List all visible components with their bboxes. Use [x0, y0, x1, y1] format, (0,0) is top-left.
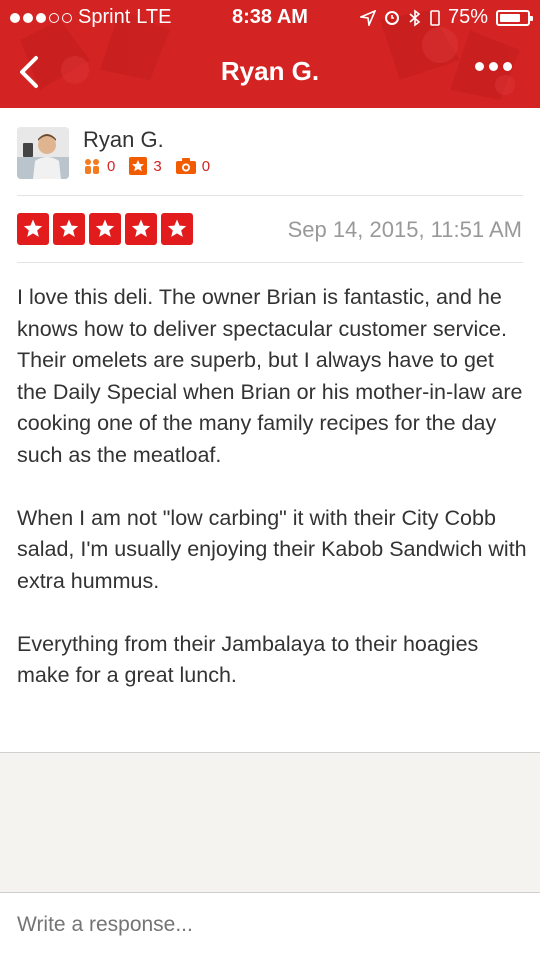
photos-count: 0: [201, 157, 211, 175]
alarm-icon: [384, 10, 399, 25]
app-header: Sprint LTE 8:38 AM 75% Ryan G.: [0, 0, 540, 108]
camera-icon: [175, 158, 196, 174]
empty-responses-area: [0, 752, 540, 893]
user-name[interactable]: Ryan G.: [83, 127, 164, 153]
star-icon: [89, 213, 121, 245]
review-paragraph: When I am not "low carbing" it with thei…: [17, 505, 527, 593]
user-profile-row[interactable]: Ryan G. 0 3 0: [17, 125, 523, 195]
avatar[interactable]: [17, 127, 69, 179]
status-bar: Sprint LTE 8:38 AM 75%: [0, 0, 540, 36]
friends-count: 0: [107, 157, 116, 175]
review-date: Sep 14, 2015, 11:51 AM: [287, 217, 522, 242]
reviews-count: 3: [153, 157, 162, 175]
response-input[interactable]: [17, 913, 517, 937]
battery-percent: 75%: [447, 6, 488, 28]
friends-icon: [85, 159, 99, 174]
star-icon: [161, 213, 193, 245]
review-body: I love this deli. The owner Brian is fan…: [17, 282, 527, 723]
star-icon: [125, 213, 157, 245]
divider: [17, 262, 523, 263]
star-icon: [53, 213, 85, 245]
review-paragraph: I love this deli. The owner Brian is fan…: [17, 285, 523, 467]
battery-icon: [496, 9, 533, 26]
review-star-icon: [129, 157, 148, 175]
review-paragraph: Everything from their Jambalaya to their…: [17, 631, 479, 688]
more-options-button[interactable]: [475, 62, 512, 71]
location-arrow-icon: [359, 9, 376, 26]
bluetooth-icon: [409, 8, 421, 27]
rotation-lock-icon: [430, 9, 440, 26]
more-dots-icon: [475, 62, 484, 71]
user-stats: 0 3 0: [83, 157, 210, 175]
star-rating: [17, 213, 193, 245]
divider: [17, 195, 523, 196]
response-bar: [0, 892, 540, 961]
star-icon: [17, 213, 49, 245]
avatar-image: [17, 127, 69, 179]
page-title: Ryan G.: [220, 56, 320, 86]
